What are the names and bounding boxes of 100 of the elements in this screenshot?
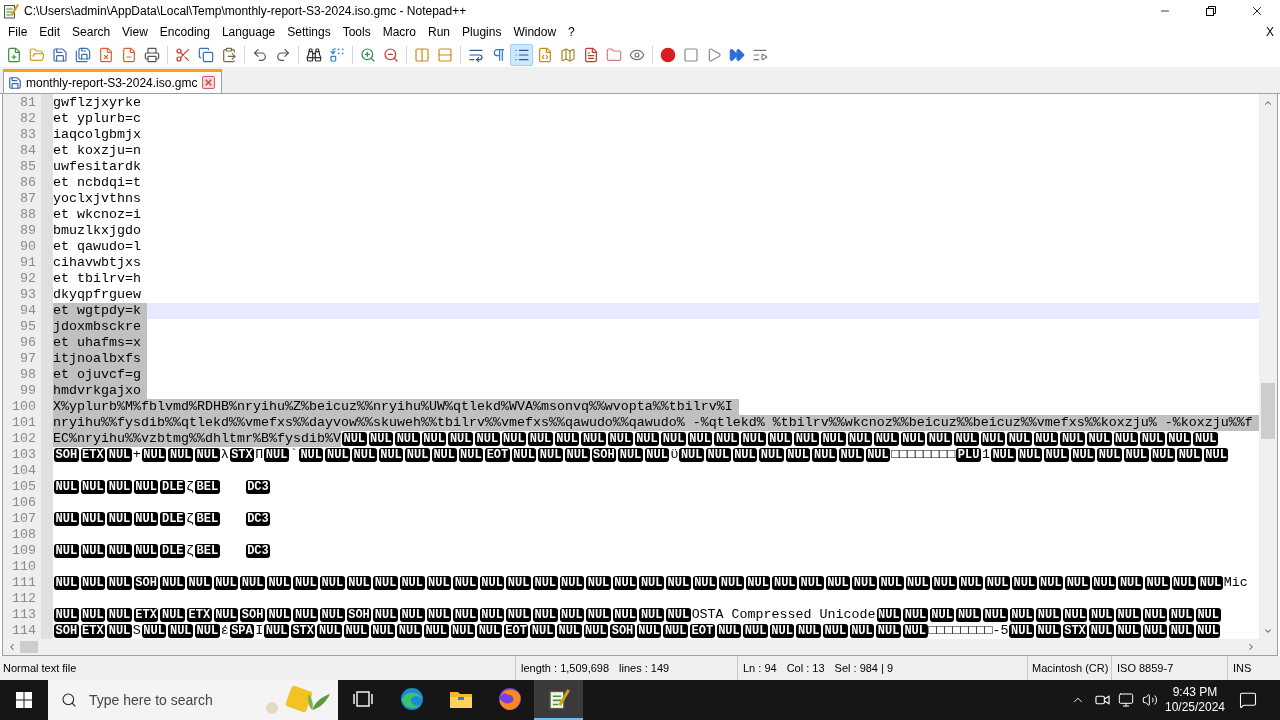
control-character: NUL xyxy=(54,480,79,494)
code-text: □□□□□□□□-5 xyxy=(928,623,1009,639)
indent-guide-button[interactable] xyxy=(510,44,533,66)
close-tab-button[interactable] xyxy=(201,75,216,90)
restore-icon xyxy=(1206,6,1216,16)
control-character: NUL xyxy=(559,576,585,590)
menu-item[interactable]: Edit xyxy=(33,22,67,43)
control-character: NUL xyxy=(785,448,811,462)
control-character: NUL xyxy=(266,608,292,622)
line-number: 83 xyxy=(19,127,37,143)
line-number: 110 xyxy=(11,559,37,575)
control-character: NUL xyxy=(107,544,132,558)
control-character: BEL xyxy=(195,544,220,558)
close-document-button[interactable]: X xyxy=(1264,22,1276,43)
close-icon xyxy=(1250,4,1264,18)
line-number: 104 xyxy=(11,463,37,479)
list-icon xyxy=(513,47,530,63)
file-minus-icon xyxy=(120,47,137,63)
clipboard-icon xyxy=(220,47,237,63)
control-character: NUL xyxy=(692,576,718,590)
code-text: et tbilrv=h xyxy=(53,271,141,287)
control-character: NUL xyxy=(932,576,957,590)
control-character: NUL xyxy=(900,432,926,446)
menu-item[interactable]: Window xyxy=(507,22,563,43)
text-area[interactable] xyxy=(53,94,1259,639)
control-character: NUL xyxy=(687,432,713,446)
map-icon xyxy=(559,47,576,63)
menu-item[interactable]: File xyxy=(2,22,34,43)
menu-item[interactable]: Language xyxy=(215,22,282,43)
menu-item[interactable]: Tools xyxy=(336,22,377,43)
control-character: NUL xyxy=(956,608,982,622)
code-text: X%yplurb%M%fblvmd%RDHB%nryihu%Z%beicuz%%nryihu%UW%qtlekd%WVA%msonvq%%wvopta%%tbilrv%I xyxy=(53,399,733,415)
menu-item[interactable]: ? xyxy=(562,22,581,43)
control-character: NUL xyxy=(586,608,611,622)
taskbar-app-button[interactable] xyxy=(534,680,583,720)
control-character: NUL xyxy=(213,576,239,590)
document-tab[interactable]: monthly-report-S3-2024.iso.gmc xyxy=(3,69,223,93)
clock[interactable]: 9:43 PM 10/25/2024 xyxy=(1162,680,1228,720)
code-text: I xyxy=(255,623,264,639)
search-field[interactable]: Type here to search xyxy=(89,689,249,711)
code-text: et yplurb=c xyxy=(53,111,141,127)
control-character: NUL xyxy=(929,608,955,622)
control-character: NUL xyxy=(1116,608,1141,622)
control-character: NUL xyxy=(160,608,186,622)
control-character: NUL xyxy=(666,576,691,590)
menu-item[interactable]: Plugins xyxy=(456,22,508,43)
control-character: NUL xyxy=(1169,608,1194,622)
control-character: NUL xyxy=(195,624,220,638)
menu-item[interactable]: Search xyxy=(66,22,117,43)
control-character: SOH xyxy=(346,608,372,622)
status-line: Ln : 94 xyxy=(743,660,777,676)
scrollbar-thumb[interactable] xyxy=(20,641,38,653)
notepad-icon xyxy=(547,688,570,710)
code-text: et qawudo=l xyxy=(53,239,141,255)
control-character: NUL xyxy=(293,608,319,622)
control-character: DC3 xyxy=(245,544,271,558)
menu-item[interactable]: Macro xyxy=(376,22,422,43)
line-number: 87 xyxy=(19,191,37,207)
control-character: NUL xyxy=(618,448,643,462)
two-rows-icon xyxy=(436,47,453,63)
control-character: NUL xyxy=(325,448,351,462)
control-character: NUL xyxy=(266,576,292,590)
menu-item[interactable]: Settings xyxy=(281,22,337,43)
control-character: NUL xyxy=(168,624,194,638)
menu-item[interactable]: View xyxy=(116,22,154,43)
control-character: NUL xyxy=(732,448,758,462)
menu-item[interactable]: Encoding xyxy=(153,22,216,43)
control-character: NUL xyxy=(847,432,873,446)
code-text: + xyxy=(132,447,141,463)
control-character: NUL xyxy=(107,624,132,638)
menu-item[interactable]: Run xyxy=(422,22,457,43)
code-text: hmdvrkgajxo xyxy=(53,383,141,399)
control-character: NUL xyxy=(825,576,851,590)
control-character: NUL xyxy=(405,448,430,462)
control-character: SOH xyxy=(133,576,159,590)
control-character: NUL xyxy=(586,576,611,590)
line-number: 112 xyxy=(11,591,37,607)
control-character: SOH xyxy=(591,448,617,462)
search-box[interactable]: Type here to search xyxy=(48,680,338,720)
line-number: 84 xyxy=(19,143,37,159)
control-character: NUL xyxy=(583,624,609,638)
code-text: dkyqpfrguew xyxy=(53,287,141,303)
line-number: 88 xyxy=(19,207,37,223)
control-character: DLE xyxy=(160,480,186,494)
code-text: et wkcnoz=i xyxy=(53,207,141,223)
text-file-icon xyxy=(582,47,599,63)
control-character: NUL xyxy=(54,608,79,622)
code-text: έ xyxy=(220,623,229,639)
control-character: NUL xyxy=(902,624,928,638)
control-character: NUL xyxy=(741,432,766,446)
scrollbar-thumb[interactable] xyxy=(1261,383,1275,439)
control-character: NUL xyxy=(767,432,793,446)
control-character: NUL xyxy=(874,432,899,446)
control-character: NUL xyxy=(320,608,345,622)
control-character: NUL xyxy=(1007,432,1032,446)
line-number: 86 xyxy=(19,175,37,191)
control-character: NUL xyxy=(554,432,580,446)
control-character: NUL xyxy=(661,432,686,446)
control-character: DLE xyxy=(160,512,186,526)
code-text: itjnoalbxfs xyxy=(53,351,141,367)
